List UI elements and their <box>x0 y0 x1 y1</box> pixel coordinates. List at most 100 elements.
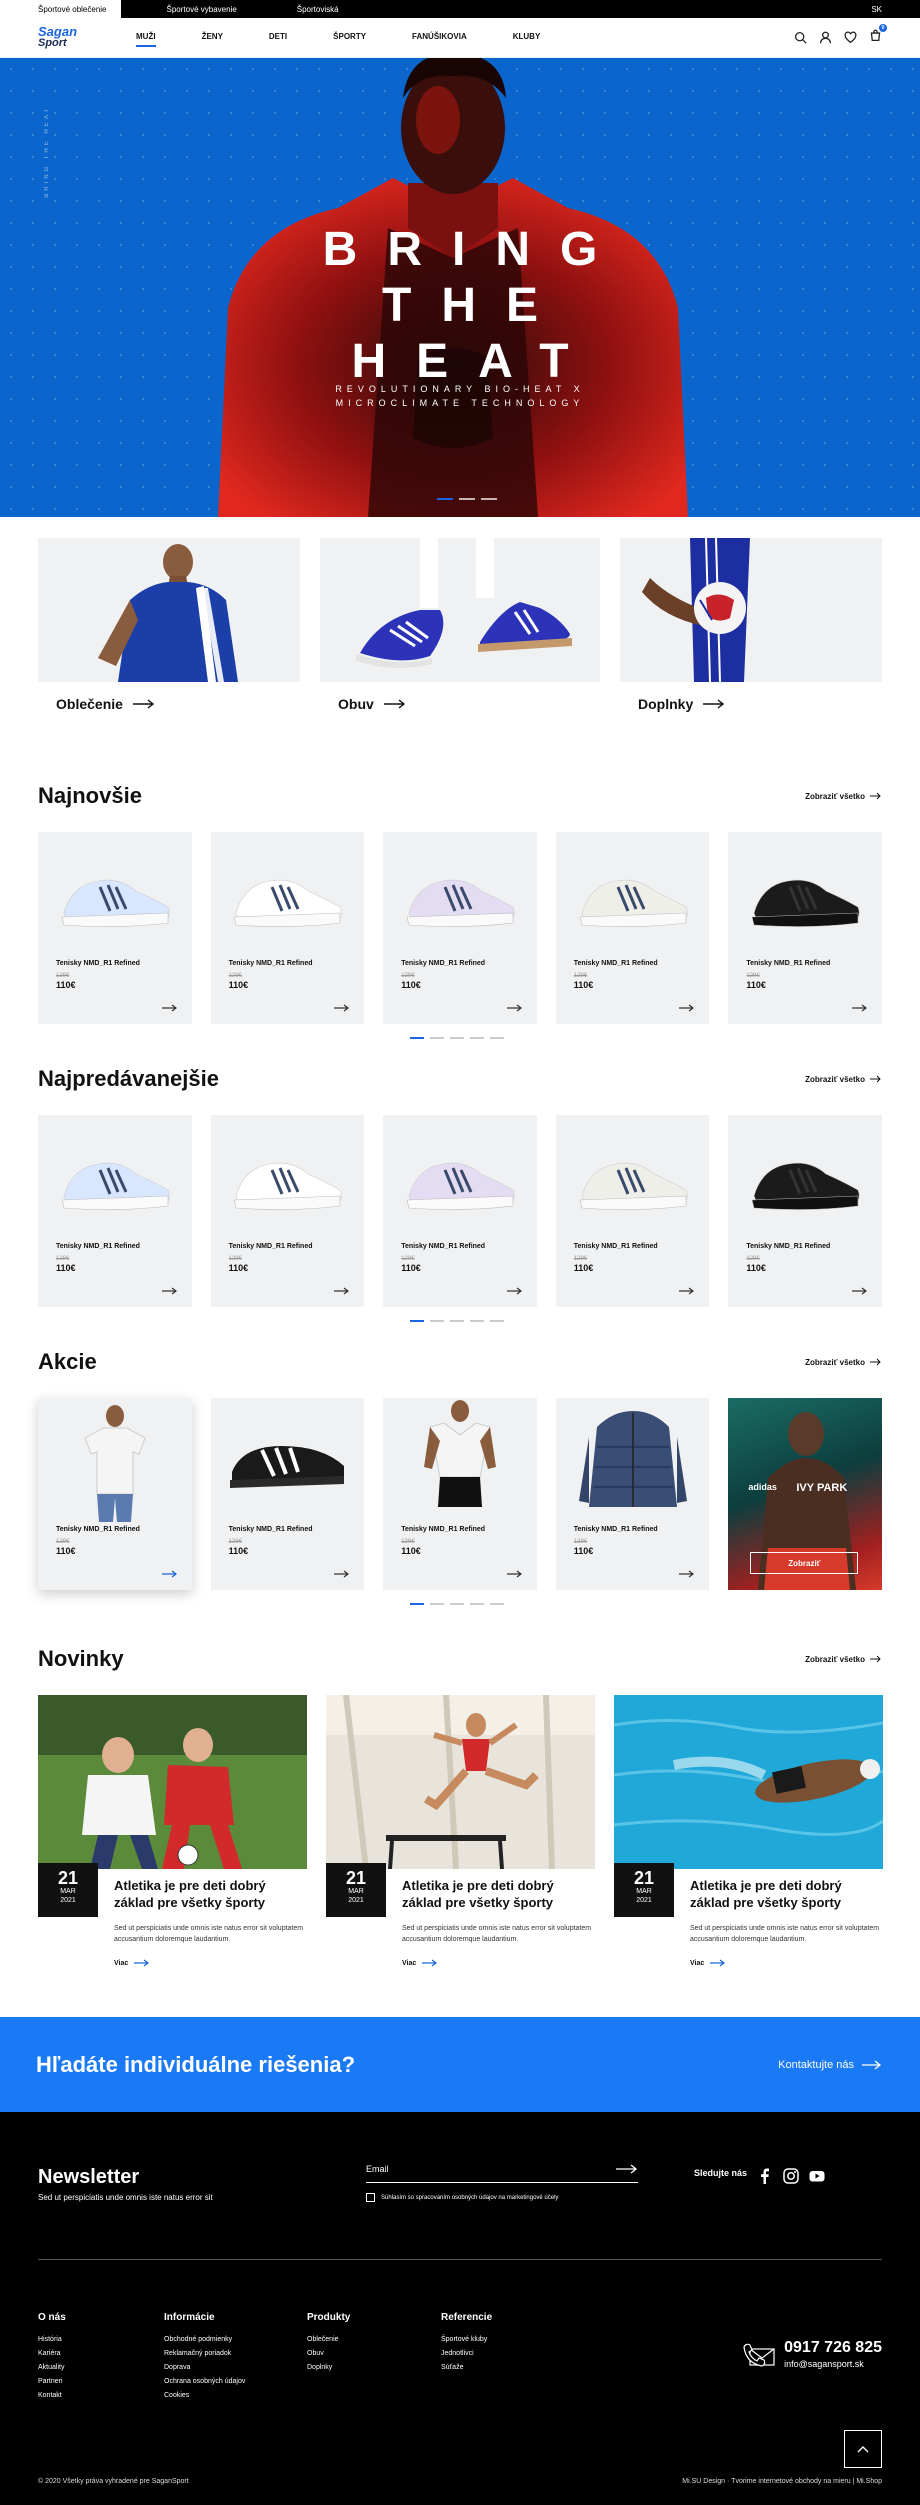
nav-item-men[interactable]: MUŽI <box>136 28 156 47</box>
product-card[interactable]: Tenisky NMD_R1 Refined 129€ 110€ <box>38 832 192 1024</box>
consent-checkbox[interactable]: Súhlasím so spracovaním osobných údajov … <box>366 2193 638 2202</box>
news-title[interactable]: Atletika je pre deti dobrý základ pre vš… <box>114 1863 307 1911</box>
arrow-right-icon[interactable] <box>334 1570 350 1578</box>
arrow-right-icon[interactable] <box>161 1004 178 1012</box>
product-card[interactable]: Tenisky NMD_R1 Refined 129€ 110€ <box>210 832 365 1024</box>
footer-link[interactable]: Doprava <box>164 2361 307 2375</box>
search-icon[interactable] <box>794 31 807 44</box>
arrow-right-icon[interactable] <box>334 1004 350 1012</box>
pager-dot[interactable] <box>450 1037 464 1039</box>
product-card[interactable]: Tenisky NMD_R1 Refined 129€ 110€ <box>383 832 537 1024</box>
footer-link[interactable]: Obuv <box>307 2347 441 2361</box>
footer-link[interactable]: Doplnky <box>307 2361 441 2375</box>
arrow-right-icon[interactable] <box>506 1570 523 1578</box>
category-accessories[interactable]: Doplnky <box>620 538 882 712</box>
footer-link[interactable]: Oblečenie <box>307 2333 441 2347</box>
footer-link[interactable]: Súťaže <box>441 2361 581 2375</box>
pager-dot[interactable] <box>430 1320 444 1322</box>
pager-dot[interactable] <box>470 1037 484 1039</box>
footer-email[interactable]: info@sagansport.sk <box>784 2359 882 2369</box>
arrow-right-icon[interactable] <box>679 1004 695 1012</box>
checkbox-box[interactable] <box>366 2193 375 2202</box>
slider-dot-3[interactable] <box>481 498 497 500</box>
pager-dot[interactable] <box>490 1320 504 1322</box>
pager-dot[interactable] <box>470 1603 484 1605</box>
pager-dot[interactable] <box>410 1037 424 1039</box>
arrow-right-icon[interactable] <box>679 1287 695 1295</box>
footer-link[interactable]: Cookies <box>164 2389 307 2403</box>
product-card[interactable]: Tenisky NMD_R1 Refined 129€ 110€ <box>383 1115 537 1307</box>
footer-link[interactable]: Športové kluby <box>441 2333 581 2347</box>
product-card[interactable]: Tenisky NMD_R1 Refined 129€ 110€ <box>555 1115 710 1307</box>
category-accessories-label[interactable]: Doplnky <box>620 682 882 712</box>
logo[interactable]: Sagan Sport <box>38 25 96 50</box>
nav-item-clubs[interactable]: KLUBY <box>513 28 541 47</box>
news-title[interactable]: Atletika je pre deti dobrý základ pre vš… <box>690 1863 883 1911</box>
arrow-right-icon[interactable] <box>161 1570 178 1578</box>
pager-dot[interactable] <box>430 1603 444 1605</box>
product-card[interactable]: Tenisky NMD_R1 Refined 129€ 110€ <box>38 1115 192 1307</box>
nav-item-kids[interactable]: DETI <box>269 28 287 47</box>
category-clothing-label[interactable]: Oblečenie <box>38 682 300 712</box>
footer-link[interactable]: Obchodné podmienky <box>164 2333 307 2347</box>
footer-link[interactable]: Kariéra <box>38 2347 164 2361</box>
pager-dot[interactable] <box>430 1037 444 1039</box>
category-shoes-label[interactable]: Obuv <box>320 682 600 712</box>
arrow-right-icon[interactable] <box>851 1004 868 1012</box>
nav-item-sports[interactable]: ŠPORTY <box>333 28 366 47</box>
facebook-icon[interactable] <box>757 2168 773 2184</box>
pager-dot[interactable] <box>410 1320 424 1322</box>
news-card[interactable]: 21 MAR 2021 Atletika je pre deti dobrý zákl… <box>614 1695 883 1967</box>
nav-item-fans[interactable]: FANÚŠIKOVIA <box>412 28 467 47</box>
product-card[interactable]: Tenisky NMD_R1 Refined 129€ 110€ <box>555 832 710 1024</box>
topbar-tab-clothing[interactable]: Športové oblečenie <box>0 0 121 18</box>
footer-link[interactable]: Kontakt <box>38 2389 164 2403</box>
footer-phone[interactable]: 0917 726 825 <box>784 2339 882 2357</box>
product-card[interactable]: Tenisky NMD_R1 Refined 129€ 110€ <box>555 1398 710 1590</box>
product-card[interactable]: Tenisky NMD_R1 Refined 129€ 110€ <box>210 1115 365 1307</box>
view-all-link[interactable]: Zobraziť všetko <box>805 1655 882 1664</box>
footer-link[interactable]: História <box>38 2333 164 2347</box>
pager-dot[interactable] <box>450 1603 464 1605</box>
contact-link[interactable]: Kontaktujte nás <box>778 2059 882 2071</box>
pager-dot[interactable] <box>410 1603 424 1605</box>
instagram-icon[interactable] <box>783 2168 799 2184</box>
news-more-link[interactable]: Viac <box>402 1959 595 1967</box>
footer-link[interactable]: Ochrana osobných údajov <box>164 2375 307 2389</box>
news-card[interactable]: 21 MAR 2021 Atletika je pre deti dobrý zákl… <box>326 1695 595 1967</box>
arrow-right-icon[interactable] <box>334 1287 350 1295</box>
promo-tile[interactable]: adidas IVY PARK Zobraziť <box>728 1398 882 1590</box>
view-all-link[interactable]: Zobraziť všetko <box>805 792 882 801</box>
topbar-tab-venues[interactable]: Športoviská <box>297 0 353 18</box>
product-card[interactable]: Tenisky NMD_R1 Refined 129€ 110€ <box>38 1398 192 1590</box>
footer-link[interactable]: Aktuality <box>38 2361 164 2375</box>
view-all-link[interactable]: Zobraziť všetko <box>805 1075 882 1084</box>
product-card[interactable]: Tenisky NMD_R1 Refined 129€ 110€ <box>728 1115 882 1307</box>
arrow-right-icon[interactable] <box>161 1287 178 1295</box>
hero-banner[interactable]: BRING THE HEAT BRING THE HEAT REVOLUTION… <box>0 58 920 517</box>
category-clothing[interactable]: Oblečenie <box>38 538 300 712</box>
arrow-right-icon[interactable] <box>851 1287 868 1295</box>
product-card[interactable]: Tenisky NMD_R1 Refined 129€ 110€ <box>383 1398 537 1590</box>
heart-icon[interactable] <box>844 31 857 44</box>
slider-dot-2[interactable] <box>459 498 475 500</box>
news-card[interactable]: 21 MAR 2021 Atletika je pre deti dobrý zákl… <box>38 1695 307 1967</box>
footer-link[interactable]: Reklamačný poriadok <box>164 2347 307 2361</box>
cart-button[interactable]: 0 <box>869 23 887 47</box>
view-all-link[interactable]: Zobraziť všetko <box>805 1358 882 1367</box>
pager-dot[interactable] <box>450 1320 464 1322</box>
topbar-tab-equipment[interactable]: Športové vybavenie <box>167 0 251 18</box>
submit-arrow-icon[interactable] <box>616 2164 638 2174</box>
pager-dot[interactable] <box>470 1320 484 1322</box>
arrow-right-icon[interactable] <box>506 1287 523 1295</box>
slider-dot-1[interactable] <box>437 498 453 500</box>
category-shoes[interactable]: Obuv <box>320 538 600 712</box>
arrow-right-icon[interactable] <box>506 1004 523 1012</box>
pager-dot[interactable] <box>490 1037 504 1039</box>
newsletter-email-field[interactable]: Email <box>366 2164 638 2183</box>
youtube-icon[interactable] <box>809 2168 825 2184</box>
footer-link[interactable]: Jednotlivci <box>441 2347 581 2361</box>
nav-item-women[interactable]: ŽENY <box>202 28 223 47</box>
language-switch[interactable]: SK <box>871 0 882 18</box>
news-more-link[interactable]: Viac <box>690 1959 883 1967</box>
